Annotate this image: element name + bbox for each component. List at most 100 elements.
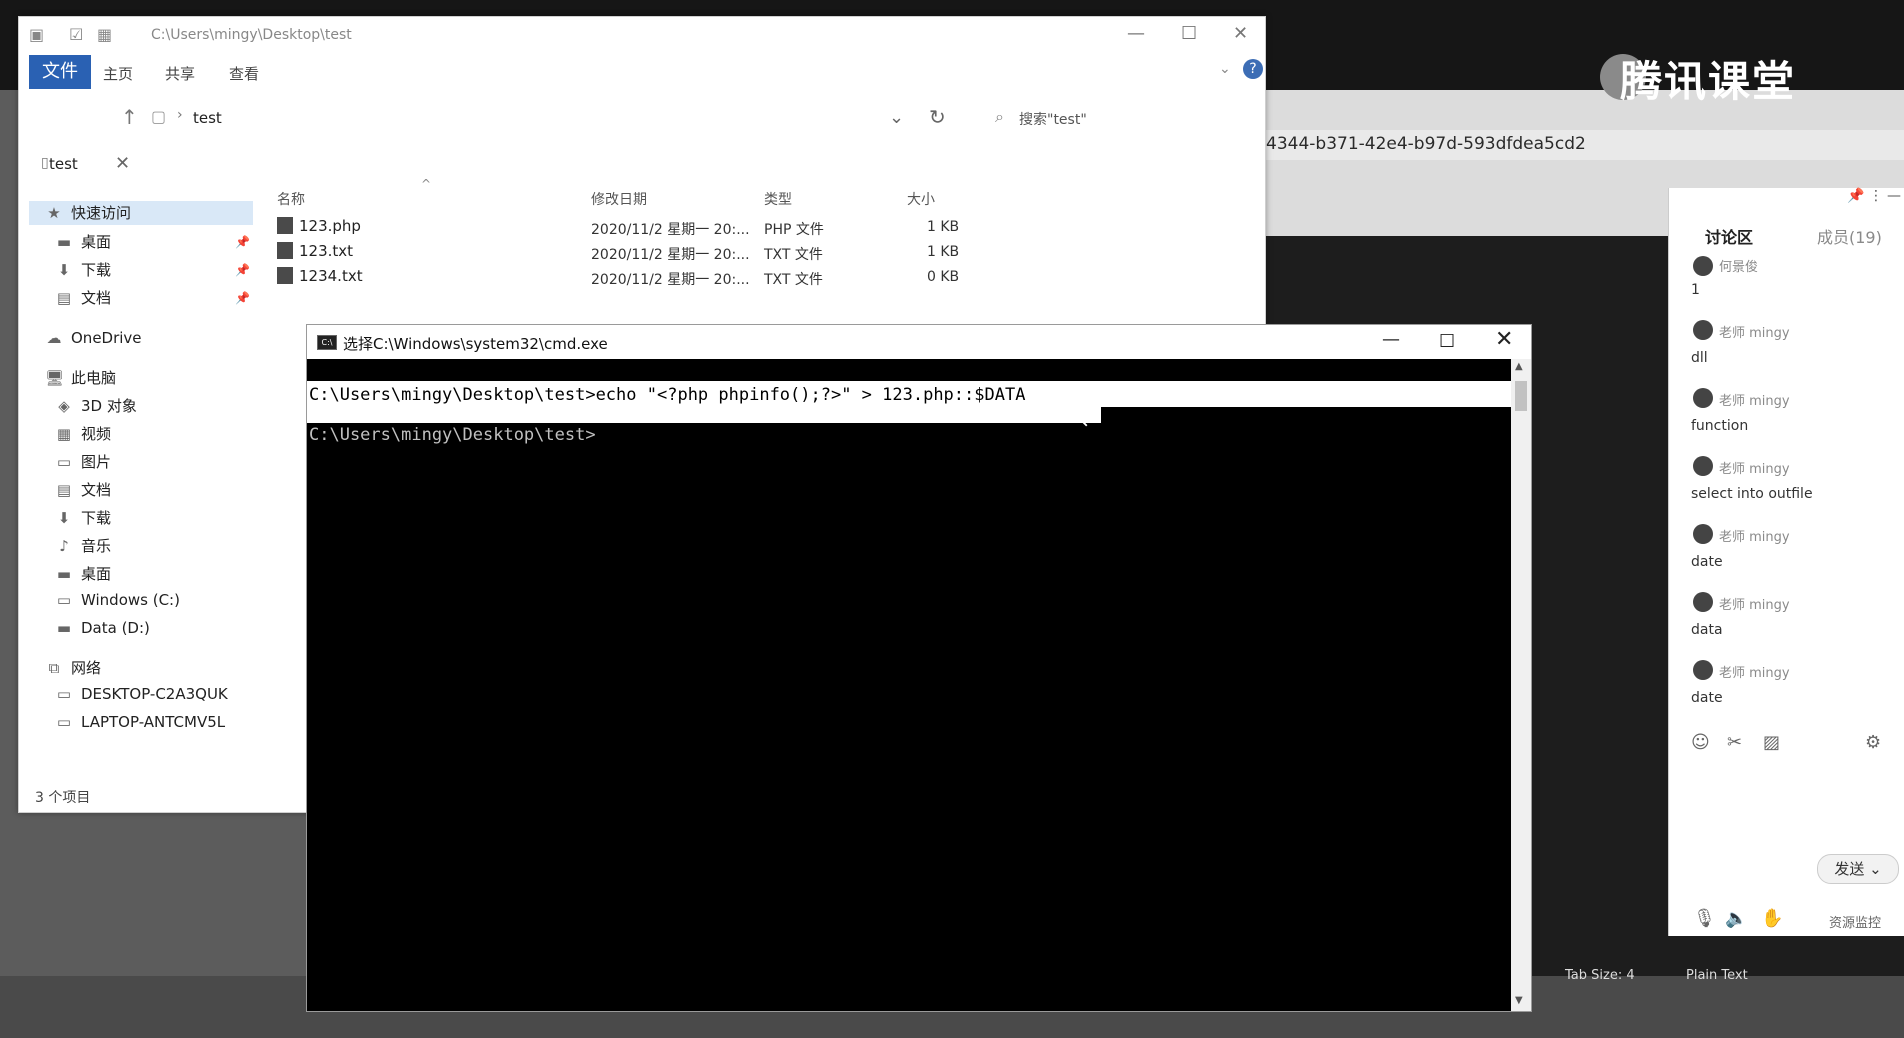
nav-label: 音乐 <box>81 537 112 555</box>
up-arrow-icon[interactable]: ↑ <box>121 105 138 129</box>
nav-network[interactable]: ⧉ 网络 <box>45 657 101 678</box>
table-row[interactable]: 123.txt 2020/11/2 星期一 20:... TXT 文件 1 KB <box>277 242 1037 264</box>
scrollbar[interactable] <box>1511 359 1531 1011</box>
chevron-right-icon[interactable]: › <box>177 107 183 123</box>
nav-quick-access[interactable]: ★ 快速访问 <box>29 201 253 225</box>
chevron-down-icon[interactable]: ⌄ <box>1219 61 1231 77</box>
maximize-button[interactable]: ☐ <box>1439 331 1455 352</box>
nav-item-videos[interactable]: ▦ 视频 <box>55 423 111 444</box>
ribbon-tab-file[interactable]: 文件 <box>29 55 91 89</box>
terminal-line[interactable]: C:\Users\mingy\Desktop\test>echo "<?php … <box>309 385 1025 405</box>
url-fragment: 4344-b371-42e4-b97d-593dfdea5cd2 <box>1266 134 1586 154</box>
tencent-classroom-logo: 腾讯课堂 <box>1620 57 1797 106</box>
folder-icon: ▢ <box>151 107 167 126</box>
nav-item-documents[interactable]: ▤ 文档 <box>55 287 111 308</box>
tab-test[interactable]: test <box>49 155 78 173</box>
microphone-icon[interactable]: 🎙 <box>1693 908 1716 929</box>
message-sender: 何景俊 <box>1719 260 1759 275</box>
window-title: 选择C:\Windows\system32\cmd.exe <box>343 335 608 353</box>
refresh-icon[interactable]: ↻ <box>929 105 946 129</box>
nav-item-downloads[interactable]: ⬇ 下载 <box>55 259 111 280</box>
table-row[interactable]: 123.php 2020/11/2 星期一 20:... PHP 文件 1 KB <box>277 217 1037 239</box>
image-icon[interactable]: ▨ <box>1763 732 1780 753</box>
breadcrumb[interactable]: test <box>193 109 222 127</box>
folder-tab-icon: ▯ <box>41 155 49 171</box>
editor-status-language[interactable]: Plain Text <box>1686 968 1748 983</box>
editor-status-tabsize[interactable]: Tab Size: 4 <box>1565 968 1635 983</box>
table-row[interactable]: 1234.txt 2020/11/2 星期一 20:... TXT 文件 0 K… <box>277 267 1037 289</box>
tab-members[interactable]: 成员(19) <box>1817 224 1882 248</box>
message-text: data <box>1691 622 1723 638</box>
pin-icon[interactable]: 📌 <box>235 263 250 277</box>
avatar <box>1693 524 1713 544</box>
nav-item-drive-c[interactable]: ▭ Windows (C:) <box>55 591 180 609</box>
nav-item-desktop[interactable]: ▬ 桌面 <box>55 231 111 252</box>
ribbon-tab-view[interactable]: 查看 <box>229 63 259 84</box>
pin-icon[interactable]: 📌 <box>1847 188 1864 204</box>
checkbox-icon[interactable]: ☑ <box>69 25 83 44</box>
column-header-size[interactable]: 大小 <box>907 189 935 209</box>
nav-label: Data (D:) <box>81 619 150 637</box>
nav-label: 文档 <box>81 289 112 307</box>
column-header-name[interactable]: 名称 <box>277 189 305 209</box>
tab-discussion[interactable]: 讨论区 <box>1705 224 1753 248</box>
new-folder-icon[interactable]: ▦ <box>97 25 112 44</box>
avatar <box>1693 320 1713 340</box>
computer-icon: ▭ <box>56 685 72 703</box>
cmd-titlebar: C:\ 选择C:\Windows\system32\cmd.exe — ☐ ✕ <box>307 325 1531 359</box>
desktop-icon: ▬ <box>56 233 72 251</box>
avatar <box>1693 592 1713 612</box>
help-icon[interactable]: ? <box>1243 59 1263 79</box>
nav-this-pc[interactable]: 🖥 此电脑 <box>45 367 116 388</box>
resource-monitor-link[interactable]: 资源监控 <box>1829 912 1881 931</box>
avatar <box>1693 660 1713 680</box>
nav-item-3d[interactable]: ◈ 3D 对象 <box>55 395 137 416</box>
download-icon: ⬇ <box>57 261 71 279</box>
emoji-icon[interactable]: ☺ <box>1691 732 1710 753</box>
minimize-button[interactable]: — <box>1127 23 1145 44</box>
settings-icon[interactable]: ⚙ <box>1865 732 1881 753</box>
more-icon[interactable]: ⋮ <box>1869 188 1883 204</box>
ribbon-tab-share[interactable]: 共享 <box>165 63 195 84</box>
ribbon-tab-home[interactable]: 主页 <box>103 63 133 84</box>
pin-icon[interactable]: 📌 <box>235 235 250 249</box>
computer-icon: 🖥 <box>45 369 65 387</box>
send-button[interactable]: 发送 ⌄ <box>1817 854 1899 884</box>
nav-item-pictures[interactable]: ▭ 图片 <box>55 451 111 472</box>
search-input[interactable]: 搜索"test" <box>1019 109 1087 129</box>
nav-label: 桌面 <box>81 565 112 583</box>
nav-item-music[interactable]: ♪ 音乐 <box>55 535 111 556</box>
nav-item-documents[interactable]: ▤ 文档 <box>55 479 111 500</box>
chat-panel: 📌 ⋮ — 讨论区 成员(19) 何景俊 1 老师 mingy dll 老师 m… <box>1668 188 1904 936</box>
address-dropdown-icon[interactable]: ⌄ <box>889 107 904 128</box>
file-type: PHP 文件 <box>764 222 824 238</box>
minimize-button[interactable]: — <box>1887 188 1901 204</box>
terminal-prompt[interactable]: C:\Users\mingy\Desktop\test> <box>309 425 596 445</box>
close-button[interactable]: ✕ <box>1495 327 1513 352</box>
close-button[interactable]: ✕ <box>1233 23 1248 44</box>
scrollbar-thumb[interactable] <box>1515 381 1527 411</box>
nav-item-network-pc[interactable]: ▭ DESKTOP-C2A3QUK <box>55 685 228 703</box>
explorer-titlebar: ▣ ☑ ▦ C:\Users\mingy\Desktop\test — ☐ ✕ <box>19 17 1265 53</box>
maximize-button[interactable]: ☐ <box>1181 23 1197 44</box>
scroll-up-icon[interactable]: ▲ <box>1515 361 1523 372</box>
nav-item-network-pc[interactable]: ▭ LAPTOP-ANTCMV5L <box>55 713 225 731</box>
minimize-button[interactable]: — <box>1382 329 1400 350</box>
column-header-type[interactable]: 类型 <box>764 189 792 209</box>
avatar <box>1693 256 1713 276</box>
scroll-down-icon[interactable]: ▼ <box>1515 995 1523 1006</box>
column-header-modified[interactable]: 修改日期 <box>591 189 647 209</box>
speaker-icon[interactable]: 🔈 <box>1725 908 1747 929</box>
message-text: dll <box>1691 350 1708 366</box>
pin-icon[interactable]: 📌 <box>235 291 250 305</box>
nav-label: 图片 <box>81 453 112 471</box>
scissors-icon[interactable]: ✂ <box>1727 732 1742 753</box>
nav-onedrive[interactable]: ☁ OneDrive <box>45 329 142 347</box>
tab-close-icon[interactable]: ✕ <box>115 153 130 174</box>
nav-item-drive-d[interactable]: ▬ Data (D:) <box>55 619 150 637</box>
hand-icon[interactable]: ✋ <box>1761 908 1783 929</box>
file-name-text: 123.txt <box>299 242 354 260</box>
nav-label: 3D 对象 <box>81 397 137 415</box>
nav-item-downloads[interactable]: ⬇ 下载 <box>55 507 111 528</box>
nav-item-desktop[interactable]: ▬ 桌面 <box>55 563 111 584</box>
